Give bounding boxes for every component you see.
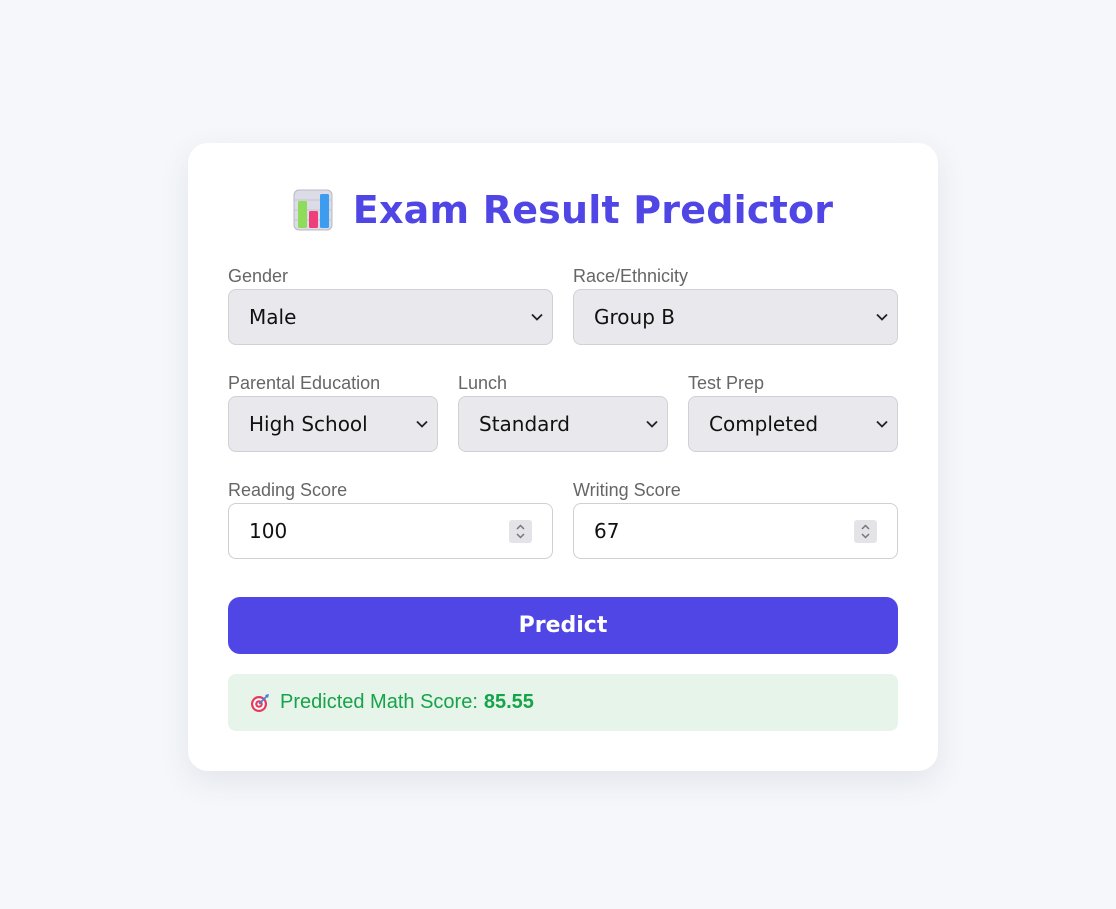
- gender-field: Gender Male: [228, 265, 553, 345]
- target-icon: [251, 693, 269, 712]
- chevron-down-icon: [416, 420, 428, 428]
- reading-score-input[interactable]: 100: [228, 503, 553, 559]
- race-select[interactable]: Group B: [573, 289, 898, 345]
- parental-education-select[interactable]: High School: [228, 396, 438, 452]
- predictor-card: Exam Result Predictor Gender Male Race/E…: [188, 143, 938, 771]
- test-prep-select[interactable]: Completed: [688, 396, 898, 452]
- lunch-value: Standard: [479, 412, 570, 436]
- gender-label: Gender: [228, 266, 289, 286]
- test-prep-value: Completed: [709, 412, 819, 436]
- gender-value: Male: [249, 305, 297, 329]
- parental-education-value: High School: [249, 412, 368, 436]
- result-box: Predicted Math Score: 85.55: [228, 674, 898, 731]
- writing-score-input[interactable]: 67: [573, 503, 898, 559]
- chevron-down-icon: [531, 313, 543, 321]
- lunch-field: Lunch Standard: [458, 372, 668, 452]
- race-field: Race/Ethnicity Group B: [573, 265, 898, 345]
- gender-select[interactable]: Male: [228, 289, 553, 345]
- page-title: Exam Result Predictor: [352, 188, 834, 232]
- result-value: 85.55: [483, 691, 534, 713]
- predict-button[interactable]: Predict: [228, 597, 898, 654]
- lunch-label: Lunch: [458, 373, 508, 393]
- test-prep-field: Test Prep Completed: [688, 372, 898, 452]
- race-value: Group B: [594, 305, 675, 329]
- number-spinner-icon[interactable]: [854, 520, 877, 543]
- lunch-select[interactable]: Standard: [458, 396, 668, 452]
- parental-education-label: Parental Education: [228, 373, 381, 393]
- writing-score-field: Writing Score 67: [573, 479, 898, 559]
- reading-score-value: 100: [249, 519, 288, 543]
- reading-score-label: Reading Score: [228, 480, 348, 500]
- parental-education-field: Parental Education High School: [228, 372, 438, 452]
- chevron-down-icon: [876, 313, 888, 321]
- chevron-down-icon: [876, 420, 888, 428]
- chevron-down-icon: [646, 420, 658, 428]
- header: Exam Result Predictor: [188, 188, 938, 232]
- test-prep-label: Test Prep: [688, 373, 765, 393]
- writing-score-label: Writing Score: [573, 480, 681, 500]
- number-spinner-icon[interactable]: [509, 520, 532, 543]
- bar-chart-icon: [293, 189, 333, 231]
- result-label: Predicted Math Score:: [280, 691, 478, 713]
- race-label: Race/Ethnicity: [573, 266, 689, 286]
- reading-score-field: Reading Score 100: [228, 479, 553, 559]
- writing-score-value: 67: [594, 519, 620, 543]
